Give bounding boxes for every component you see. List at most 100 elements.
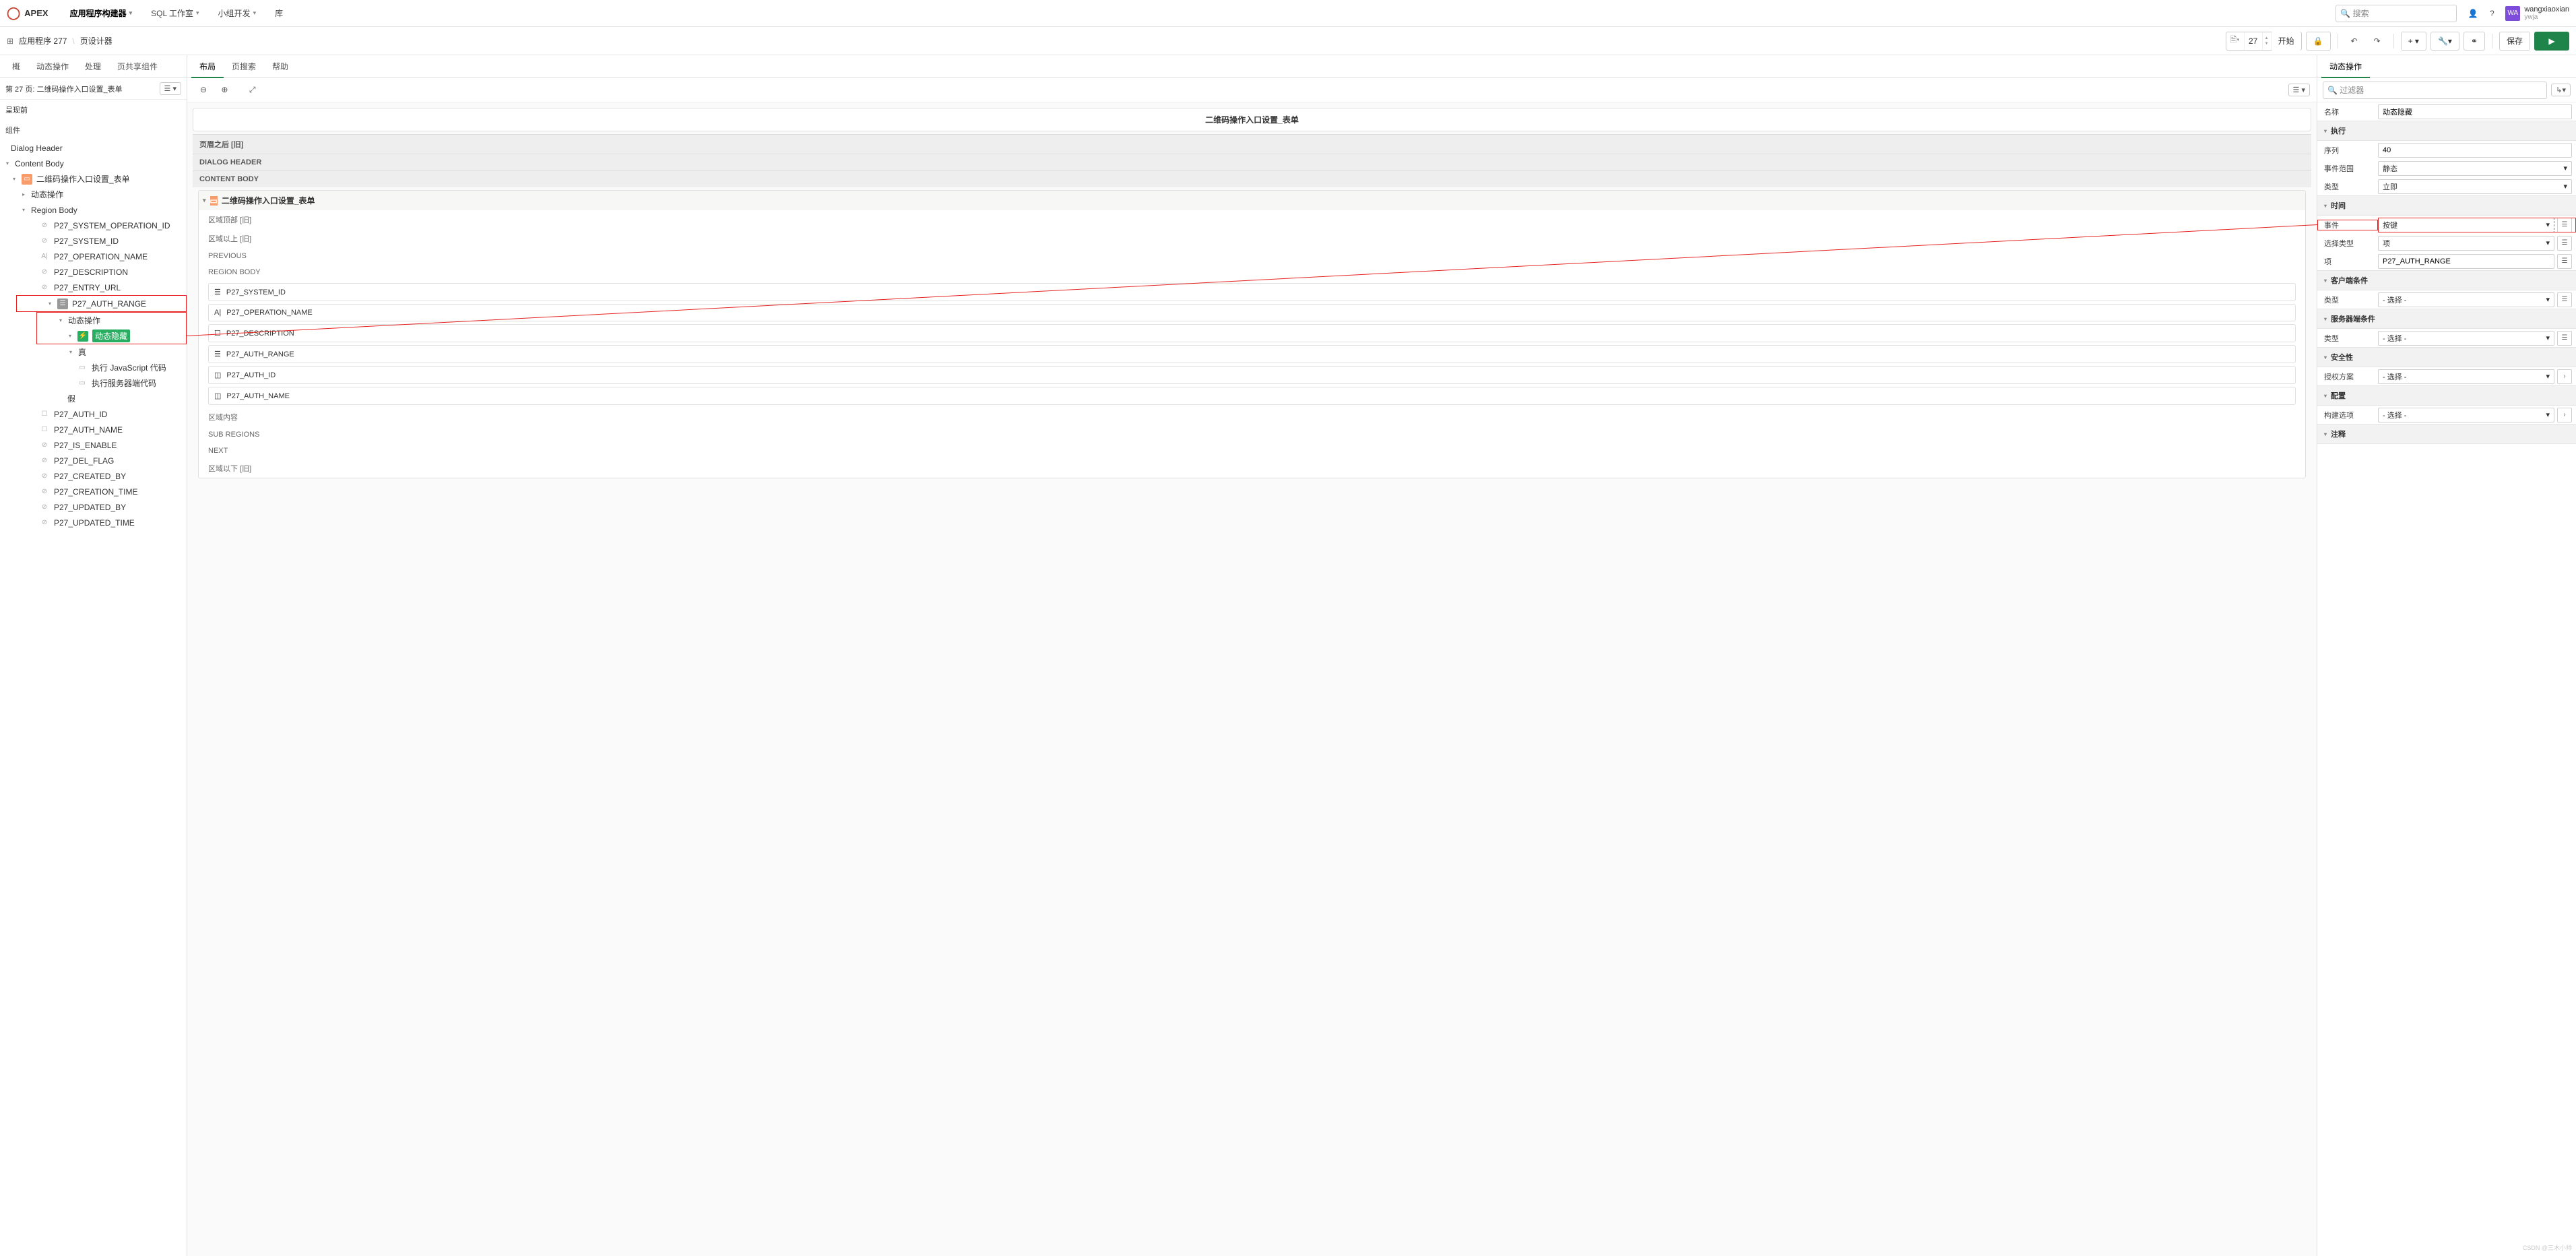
tree-item[interactable]: ⊘P27_CREATION_TIME (0, 484, 187, 499)
prop-client-type-select[interactable]: - 选择 -▾ (2378, 292, 2554, 307)
tree-item-hidden[interactable]: A|P27_OPERATION_NAME (0, 249, 187, 264)
tree-da-folder[interactable]: ▸动态操作 (0, 187, 187, 202)
section-previous[interactable]: PREVIOUS (199, 248, 2305, 264)
tree-item[interactable]: ⊘P27_CREATED_BY (0, 468, 187, 484)
list-button[interactable]: ☰ (2557, 236, 2572, 251)
tree-item[interactable]: ☐P27_AUTH_ID (0, 406, 187, 422)
global-search-input[interactable]: 🔍 搜索 (2336, 5, 2457, 22)
prop-auth-select[interactable]: - 选择 -▾ (2378, 369, 2554, 384)
layout-field[interactable]: A|P27_OPERATION_NAME (208, 304, 2296, 321)
section-sub-regions[interactable]: SUB REGIONS (199, 427, 2305, 443)
tree-region-body[interactable]: ▾Region Body (0, 202, 187, 218)
section-region-top[interactable]: 区域顶部 [旧] (199, 210, 2305, 229)
prop-event-select[interactable]: 按键▾ (2378, 218, 2554, 232)
prop-event-scope-select[interactable]: 静态▾ (2378, 161, 2572, 176)
tree-auth-range[interactable]: ▾☰P27_AUTH_RANGE (17, 296, 186, 311)
breadcrumb-app[interactable]: 应用程序 277 (19, 35, 67, 46)
layout-field[interactable]: ☰P27_AUTH_RANGE (208, 345, 2296, 363)
section-region-above[interactable]: 区域以上 [旧] (199, 229, 2305, 248)
create-menu[interactable]: + ▾ (2401, 32, 2426, 51)
prop-select-type[interactable]: 项▾ (2378, 236, 2554, 251)
step-down-icon[interactable]: ▼ (2263, 41, 2271, 46)
layout-field[interactable]: ◫P27_AUTH_ID (208, 366, 2296, 384)
tab-dynamic-action[interactable]: 动态操作 (2321, 55, 2370, 78)
tab-page-search[interactable]: 页搜索 (224, 55, 264, 78)
tree-true[interactable]: ▾真 (0, 344, 187, 360)
canvas-page-title[interactable]: 二维码操作入口设置_表单 (193, 108, 2311, 131)
tree-content-body[interactable]: ▾Content Body (0, 156, 187, 171)
tree-da-action[interactable]: ▾⚡动态隐藏 (37, 328, 186, 344)
tree-da-node[interactable]: ▾动态操作 (37, 313, 186, 328)
tab-layout[interactable]: 布局 (191, 55, 224, 78)
tree-region[interactable]: ▾▭二维码操作入口设置_表单 (0, 171, 187, 187)
goto-group-button[interactable]: ↳▾ (2551, 84, 2571, 96)
list-button[interactable]: ☰ (2557, 331, 2572, 346)
start-button[interactable]: 开始 (2271, 32, 2301, 51)
section-dialog-header[interactable]: DIALOG HEADER (193, 154, 2311, 170)
shared-components-button[interactable]: ⚭ (2464, 32, 2485, 51)
redo-button[interactable]: ↷ (2368, 32, 2387, 51)
undo-button[interactable]: ↶ (2345, 32, 2364, 51)
tree-false[interactable]: 假 (0, 391, 187, 406)
list-button[interactable]: ☰ (2557, 292, 2572, 307)
section-region-body[interactable]: REGION BODY (199, 264, 2305, 280)
tree-item[interactable]: ⊘P27_UPDATED_TIME (0, 515, 187, 530)
tree-item[interactable]: ☐P27_AUTH_NAME (0, 422, 187, 437)
admin-icon[interactable]: 👤 (2464, 4, 2482, 23)
tab-dynamic-actions[interactable]: 动态操作 (28, 55, 77, 78)
prop-sequence-input[interactable] (2378, 143, 2572, 158)
layout-field[interactable]: ◫P27_AUTH_NAME (208, 387, 2296, 405)
section-client[interactable]: 客户端条件 (2317, 270, 2576, 290)
section-server[interactable]: 服务器端条件 (2317, 309, 2576, 329)
section-comment[interactable]: 注释 (2317, 424, 2576, 444)
filter-input[interactable]: 🔍 过滤器 (2323, 82, 2547, 99)
lock-button[interactable]: 🔒 (2306, 32, 2331, 51)
utilities-menu[interactable]: 🔧▾ (2430, 32, 2459, 51)
tree-item[interactable]: ⊘P27_IS_ENABLE (0, 437, 187, 453)
page-selector[interactable]: 🗎▾ 27 ▲▼ 开始 (2226, 32, 2302, 51)
layout-menu-button[interactable]: ☰ ▾ (2288, 84, 2310, 96)
prop-type-select[interactable]: 立即▾ (2378, 179, 2572, 194)
section-security[interactable]: 安全性 (2317, 347, 2576, 367)
list-button[interactable]: ☰ (2557, 254, 2572, 269)
zoom-out-button[interactable]: ⊖ (194, 80, 213, 99)
user-menu[interactable]: WA wangxiaoxian ywja (2505, 5, 2569, 21)
tree-dialog-header[interactable]: Dialog Header (0, 140, 187, 156)
section-after-header[interactable]: 页眉之后 [旧] (193, 134, 2311, 154)
step-up-icon[interactable]: ▲ (2263, 36, 2271, 41)
layout-field[interactable]: ☰P27_SYSTEM_ID (208, 283, 2296, 301)
layout-field[interactable]: ☐P27_DESCRIPTION (208, 324, 2296, 342)
nav-gallery[interactable]: 库 (265, 0, 292, 27)
section-region-content[interactable]: 区域内容 (199, 408, 2305, 427)
page-number-input[interactable]: 27 (2244, 32, 2263, 50)
section-time[interactable]: 时间 (2317, 195, 2576, 216)
expand-button[interactable]: ⤢ (243, 81, 262, 100)
save-button[interactable]: 保存 (2499, 32, 2530, 51)
tab-rendering[interactable]: 概 (4, 55, 28, 78)
tree-true-action[interactable]: ▭执行 JavaScript 代码 (0, 360, 187, 375)
prop-item-input[interactable] (2378, 254, 2554, 269)
nav-team-dev[interactable]: 小组开发 (209, 0, 266, 27)
tree-item-hidden[interactable]: ⊘P27_ENTRY_URL (0, 280, 187, 295)
run-button[interactable]: ▶ (2534, 32, 2569, 51)
prop-server-type-select[interactable]: - 选择 -▾ (2378, 331, 2554, 346)
prop-build-select[interactable]: - 选择 -▾ (2378, 408, 2554, 422)
tree-item-hidden[interactable]: ⊘P27_DESCRIPTION (0, 264, 187, 280)
tab-help[interactable]: 帮助 (264, 55, 296, 78)
section-next[interactable]: NEXT (199, 443, 2305, 459)
tree-item-hidden[interactable]: ⊘P27_SYSTEM_ID (0, 233, 187, 249)
prop-name-input[interactable] (2378, 104, 2572, 119)
section-config[interactable]: 配置 (2317, 385, 2576, 406)
tab-processing[interactable]: 处理 (77, 55, 109, 78)
section-region-below[interactable]: 区域以下 [旧] (199, 459, 2305, 478)
tree-item-hidden[interactable]: ⊘P27_SYSTEM_OPERATION_ID (0, 218, 187, 233)
tab-shared[interactable]: 页共享组件 (109, 55, 166, 78)
section-execute[interactable]: 执行 (2317, 121, 2576, 141)
tree-item[interactable]: ⊘P27_DEL_FLAG (0, 453, 187, 468)
list-button[interactable]: ☰ (2557, 218, 2572, 232)
more-button[interactable]: › (2557, 408, 2572, 422)
zoom-in-button[interactable]: ⊕ (215, 80, 234, 99)
tree-menu-button[interactable]: ☰ ▾ (160, 82, 181, 95)
tree-true-action[interactable]: ▭执行服务器端代码 (0, 375, 187, 391)
more-button[interactable]: › (2557, 369, 2572, 384)
